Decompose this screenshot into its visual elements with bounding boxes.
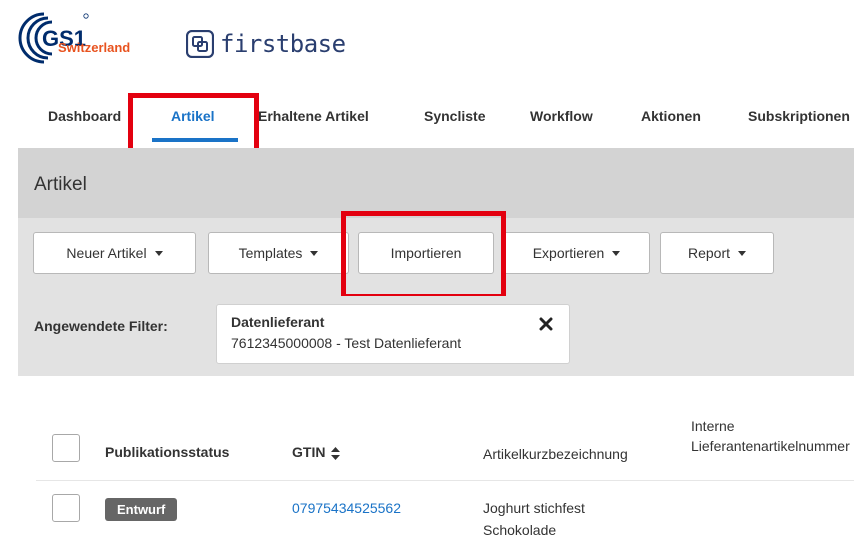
caret-down-icon (154, 250, 163, 256)
nav-item-aktionen[interactable]: Aktionen (641, 108, 701, 124)
row-select-checkbox[interactable] (52, 494, 80, 522)
column-header-gtin[interactable]: GTIN (292, 444, 341, 460)
caret-down-icon (612, 250, 621, 256)
sort-icon[interactable] (331, 446, 341, 460)
firstbase-wordmark: firstbase (220, 30, 346, 58)
column-header-short-name[interactable]: Artikelkurzbezeichnung (483, 446, 628, 462)
report-button[interactable]: Report (660, 232, 774, 274)
templates-button[interactable]: Templates (208, 232, 349, 274)
gs1-region-label: Switzerland (58, 40, 131, 55)
active-tab-indicator (152, 138, 238, 142)
caret-down-icon (738, 250, 747, 256)
export-label: Exportieren (532, 245, 605, 261)
nav-item-workflow[interactable]: Workflow (530, 108, 593, 124)
nav-item-subskriptionen[interactable]: Subskriptionen (748, 108, 850, 124)
short-name-line2: Schokolade (483, 522, 557, 538)
close-x-icon[interactable] (539, 317, 553, 331)
row-divider (36, 480, 854, 481)
filter-chip-datenlieferant: Datenlieferant 7612345000008 - Test Date… (216, 304, 570, 364)
gs1-logo[interactable]: GS1 Switzerland (14, 8, 184, 78)
applied-filters-bar: Angewendete Filter: Datenlieferant 76123… (18, 296, 854, 376)
new-article-button[interactable]: Neuer Artikel (33, 232, 196, 274)
applied-filters-label: Angewendete Filter: (34, 318, 168, 334)
gtin-link[interactable]: 07975434525562 (292, 500, 401, 516)
action-toolbar: Neuer Artikel Templates Importieren Expo… (18, 218, 854, 296)
main-nav: Dashboard Artikel Erhaltene Artikel Sync… (0, 96, 854, 148)
export-button[interactable]: Exportieren (503, 232, 650, 274)
status-badge: Entwurf (105, 498, 178, 521)
filter-chip-title: Datenlieferant (231, 314, 325, 330)
nav-item-dashboard[interactable]: Dashboard (48, 108, 121, 124)
page-header: Artikel (18, 148, 854, 218)
nav-item-syncliste[interactable]: Syncliste (424, 108, 485, 124)
column-header-status[interactable]: Publikationsstatus (105, 444, 229, 460)
new-article-label: Neuer Artikel (66, 245, 147, 261)
filter-chip-value: 7612345000008 - Test Datenlieferant (231, 335, 462, 351)
templates-label: Templates (238, 245, 303, 261)
short-name-line1: Joghurt stichfest (483, 500, 585, 516)
caret-down-icon (310, 250, 319, 256)
column-header-internal-line1[interactable]: Interne (691, 418, 735, 434)
firstbase-logo[interactable]: firstbase (186, 26, 346, 62)
report-label: Report (687, 245, 731, 261)
import-button[interactable]: Importieren (358, 232, 494, 274)
nav-item-artikel[interactable]: Artikel (171, 108, 215, 124)
article-table: Publikationsstatus GTIN Artikelkurzbezei… (18, 376, 854, 547)
column-header-internal-line2[interactable]: Lieferantenartikelnummer (691, 438, 850, 454)
firstbase-icon (186, 30, 214, 58)
select-all-checkbox[interactable] (52, 434, 80, 462)
page-title: Artikel (34, 174, 87, 195)
nav-item-erhaltene-artikel[interactable]: Erhaltene Artikel (258, 108, 369, 124)
import-label: Importieren (390, 245, 462, 261)
logo-header: GS1 Switzerland firstbase (0, 0, 854, 88)
gtin-header-label: GTIN (292, 444, 326, 460)
